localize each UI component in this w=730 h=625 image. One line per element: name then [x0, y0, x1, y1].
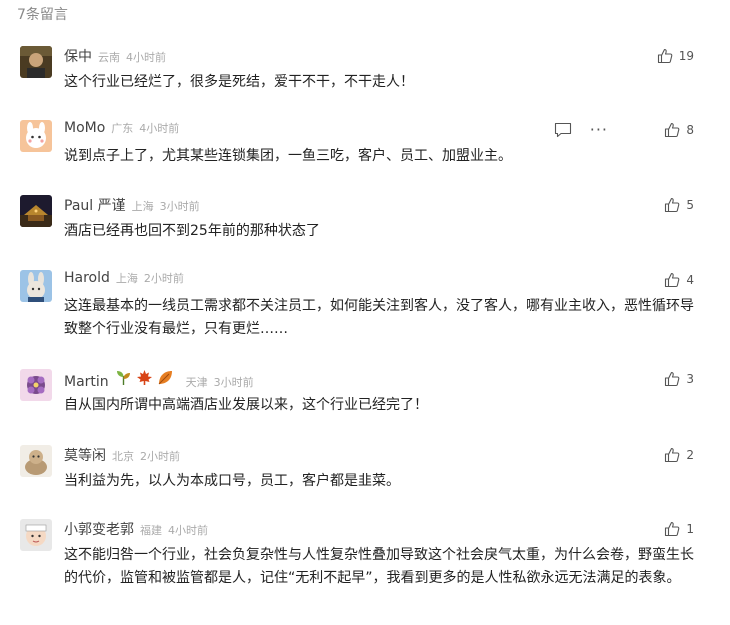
- more-options-icon[interactable]: ···: [590, 122, 608, 138]
- comment-text: 这不能归咎一个行业，社会负复杂性与人性复杂性叠加导致这个社会戾气太重，为什么会卷…: [64, 547, 694, 586]
- comment-time: 2小时前: [143, 272, 184, 285]
- user-badges: [115, 369, 178, 386]
- like-count: 4: [686, 273, 694, 287]
- thumbs-up-icon: [665, 371, 680, 387]
- comment-author[interactable]: 莫等闲: [64, 445, 106, 465]
- comment-author[interactable]: MoMo: [64, 120, 105, 136]
- avatar[interactable]: [20, 445, 52, 477]
- like-count: 2: [686, 448, 694, 462]
- comment-author[interactable]: Harold: [64, 270, 110, 286]
- comment-text: 自从国内所谓中高端酒店业发展以来，这个行业已经完了！: [64, 397, 428, 413]
- comment-author[interactable]: 小郭变老郭: [64, 519, 134, 539]
- like-button[interactable]: 3: [664, 369, 694, 389]
- comment-author[interactable]: Martin: [64, 374, 109, 390]
- thumbs-up-icon: [665, 447, 680, 463]
- avatar[interactable]: [20, 369, 52, 401]
- reply-icon[interactable]: [554, 122, 572, 138]
- like-count: 8: [686, 123, 694, 137]
- like-button[interactable]: 4: [664, 270, 694, 290]
- comment-time: 3小时前: [213, 376, 254, 389]
- comment-time: 3小时前: [159, 200, 200, 213]
- like-button[interactable]: 8: [664, 120, 694, 140]
- comment-time: 4小时前: [126, 51, 166, 64]
- comment-text: 这个行业已经烂了，很多是死结，爱干不干，不干走人！: [64, 74, 414, 90]
- comment-time: 4小时前: [168, 524, 208, 537]
- like-count: 3: [686, 372, 694, 386]
- thumbs-up-icon: [665, 122, 680, 138]
- avatar[interactable]: [20, 519, 52, 551]
- comment-region: 云南: [98, 51, 120, 64]
- comment-region: 北京: [112, 450, 134, 463]
- comment-region: 上海: [131, 200, 154, 213]
- thumbs-up-icon: [665, 272, 680, 288]
- maple-leaf-icon: [136, 370, 152, 385]
- thumbs-up-icon: [665, 197, 680, 213]
- like-button[interactable]: 1: [664, 519, 694, 539]
- like-button[interactable]: 2: [664, 445, 694, 465]
- comment-region: 广东: [111, 122, 134, 135]
- comment-text: 当利益为先，以人为本成口号，员工，客户都是韭菜。: [64, 473, 400, 489]
- comment-region: 福建: [140, 524, 162, 537]
- avatar[interactable]: [20, 120, 52, 152]
- comment-author[interactable]: 保中: [64, 46, 92, 66]
- sprout-icon: [116, 371, 130, 385]
- fallen-leaf-icon: [158, 371, 172, 385]
- comment-time: 2小时前: [140, 450, 180, 463]
- like-count: 5: [686, 198, 694, 212]
- comment-region: 天津: [185, 376, 208, 389]
- avatar[interactable]: [20, 46, 52, 78]
- like-count: 19: [678, 49, 694, 63]
- like-count: 1: [686, 522, 694, 536]
- thumbs-up-icon: [657, 48, 673, 64]
- like-button[interactable]: 19: [657, 46, 694, 66]
- comment-author[interactable]: Paul 严谨: [64, 195, 126, 215]
- comment-count: 7条留言: [17, 7, 68, 23]
- comment-text: 这连最基本的一线员工需求都不关注员工，如何能关注到客人，没了客人，哪有业主收入，…: [64, 298, 694, 337]
- comment-time: 4小时前: [139, 122, 180, 135]
- thumbs-up-icon: [665, 521, 680, 537]
- comment-text: 酒店已经再也回不到25年前的那种状态了: [64, 223, 320, 239]
- avatar[interactable]: [20, 270, 52, 302]
- like-button[interactable]: 5: [664, 195, 694, 215]
- avatar[interactable]: [20, 195, 52, 227]
- comment-region: 上海: [115, 272, 138, 285]
- comment-text: 说到点子上了，尤其某些连锁集团，一鱼三吃，客户、员工、加盟业主。: [64, 148, 512, 164]
